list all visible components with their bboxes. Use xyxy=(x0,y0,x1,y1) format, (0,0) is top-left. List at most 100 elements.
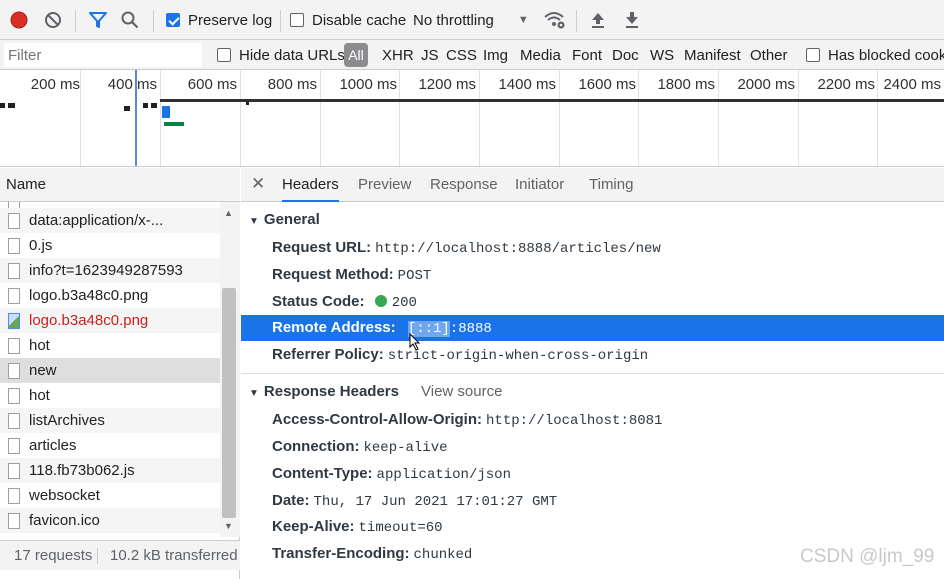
list-item[interactable]: 0.js xyxy=(0,233,220,258)
request-name: 0.js xyxy=(29,237,53,254)
header-value: :8888 xyxy=(449,321,492,337)
tab-preview[interactable]: Preview xyxy=(358,168,411,202)
disable-cache-label: Disable cache xyxy=(312,11,407,29)
header-value: chunked xyxy=(413,547,473,563)
import-har-button[interactable] xyxy=(590,0,606,40)
has-blocked-cookies-toggle[interactable]: Has blocked cooki xyxy=(806,40,944,70)
filter-type-xhr[interactable]: XHR xyxy=(382,40,414,70)
header-key: Remote Address: xyxy=(272,319,396,336)
tab-initiator[interactable]: Initiator xyxy=(515,168,564,202)
preserve-log-toggle[interactable]: Preserve log xyxy=(166,0,272,40)
header-key: Request URL: xyxy=(272,239,372,256)
record-icon xyxy=(10,11,28,29)
tab-headers[interactable]: Headers xyxy=(282,168,339,202)
tick-label: 1200 ms xyxy=(418,76,476,93)
scrollbar-thumb[interactable] xyxy=(222,288,236,518)
tick-label: 400 ms xyxy=(107,76,157,93)
search-icon xyxy=(121,11,139,29)
header-row: Transfer-Encoding: chunked xyxy=(272,541,472,567)
filter-type-css[interactable]: CSS xyxy=(446,40,477,70)
filter-type-ws[interactable]: WS xyxy=(650,40,674,70)
header-key: Content-Type: xyxy=(272,465,373,482)
header-value: keep-alive xyxy=(363,440,448,456)
record-button[interactable] xyxy=(10,0,28,40)
request-name: listArchives xyxy=(29,412,105,429)
list-item[interactable]: logo.b3a48c0.png xyxy=(0,283,220,308)
list-item[interactable]: hot xyxy=(0,383,220,408)
filter-type-img[interactable]: Img xyxy=(483,40,508,70)
filter-type-font[interactable]: Font xyxy=(572,40,602,70)
close-icon[interactable]: ✕ xyxy=(251,168,265,202)
details-tabbar: ✕ Headers Preview Response Initiator Tim… xyxy=(241,168,944,202)
response-headers-section-toggle[interactable]: ▼ Response Headers xyxy=(249,383,399,400)
network-conditions-button[interactable] xyxy=(543,0,567,40)
download-icon xyxy=(626,12,638,28)
file-icon xyxy=(8,487,20,504)
header-row: Status Code: 200 xyxy=(272,289,417,315)
filter-type-js[interactable]: JS xyxy=(421,40,439,70)
header-key: Request Method: xyxy=(272,266,394,283)
list-item-selected[interactable]: new xyxy=(0,358,220,383)
general-section-toggle[interactable]: ▼ General xyxy=(249,211,320,228)
export-har-button[interactable] xyxy=(624,0,640,40)
list-item[interactable]: favicon.ico xyxy=(0,508,220,533)
list-item[interactable]: hot xyxy=(0,333,220,358)
header-row: Remote Address: [::1]:8888 xyxy=(272,315,492,341)
file-icon xyxy=(8,262,20,279)
tab-timing[interactable]: Timing xyxy=(589,168,633,202)
list-item[interactable]: 118.fb73b062.js xyxy=(0,458,220,483)
filter-type-other[interactable]: Other xyxy=(750,40,788,70)
request-name: articles xyxy=(29,437,77,454)
clear-icon xyxy=(45,12,61,28)
throttling-select[interactable]: No throttling ▼ xyxy=(413,0,529,40)
scroll-down-icon[interactable]: ▼ xyxy=(224,521,233,531)
preserve-log-checkbox[interactable] xyxy=(166,13,180,27)
overview-bar xyxy=(246,102,249,105)
header-value: http://localhost:8888/articles/new xyxy=(375,241,661,257)
filter-type-doc[interactable]: Doc xyxy=(612,40,639,70)
has-blocked-cookies-checkbox[interactable] xyxy=(806,48,820,62)
image-preview-icon xyxy=(8,312,20,329)
header-key: Access-Control-Allow-Origin: xyxy=(272,411,483,428)
overview-bar xyxy=(124,106,130,111)
hide-data-urls-label: Hide data URLs xyxy=(239,46,345,64)
filter-type-all[interactable]: All xyxy=(344,43,368,67)
file-icon xyxy=(8,512,20,529)
request-list-panel: Name data:application/x-... 0.js info?t=… xyxy=(0,168,240,579)
list-item[interactable]: listArchives xyxy=(0,408,220,433)
scroll-up-icon[interactable]: ▲ xyxy=(224,208,233,218)
hide-data-urls-checkbox[interactable] xyxy=(217,48,231,62)
request-name: logo.b3a48c0.png xyxy=(29,312,149,329)
upload-icon xyxy=(592,13,604,28)
request-name: logo.b3a48c0.png xyxy=(29,287,149,304)
filter-icon xyxy=(89,12,107,28)
clear-button[interactable] xyxy=(44,0,62,40)
hide-data-urls-toggle[interactable]: Hide data URLs xyxy=(217,40,345,70)
request-name: websocket xyxy=(29,487,100,504)
filter-toggle-button[interactable] xyxy=(88,0,108,40)
search-button[interactable] xyxy=(121,0,139,40)
list-item[interactable]: articles xyxy=(0,433,220,458)
disable-cache-checkbox[interactable] xyxy=(290,13,304,27)
filter-type-manifest[interactable]: Manifest xyxy=(684,40,741,70)
overview-bar xyxy=(164,122,184,126)
filter-type-media[interactable]: Media xyxy=(520,40,561,70)
overview-bar xyxy=(8,103,15,108)
file-icon xyxy=(8,412,20,429)
tab-response[interactable]: Response xyxy=(430,168,498,202)
list-item[interactable]: websocket xyxy=(0,483,220,508)
list-item[interactable]: info?t=1623949287593 xyxy=(0,258,220,283)
name-column-header[interactable]: Name xyxy=(0,168,240,202)
header-row: Date: Thu, 17 Jun 2021 17:01:27 GMT xyxy=(272,488,557,514)
request-name: data:application/x-... xyxy=(29,212,164,229)
file-icon xyxy=(8,212,20,229)
watermark: CSDN @ljm_99 xyxy=(800,546,935,567)
list-item[interactable]: data:application/x-... xyxy=(0,208,220,233)
overview-bar xyxy=(0,103,5,108)
transferred-size: 10.2 kB transferred xyxy=(110,547,238,564)
view-source-link[interactable]: View source xyxy=(421,383,502,400)
disable-cache-toggle[interactable]: Disable cache xyxy=(290,0,406,40)
filter-input[interactable] xyxy=(4,43,202,67)
network-overview[interactable]: 200 ms 400 ms 600 ms 800 ms 1000 ms 1200… xyxy=(0,70,944,167)
list-item[interactable]: logo.b3a48c0.png xyxy=(0,308,220,333)
